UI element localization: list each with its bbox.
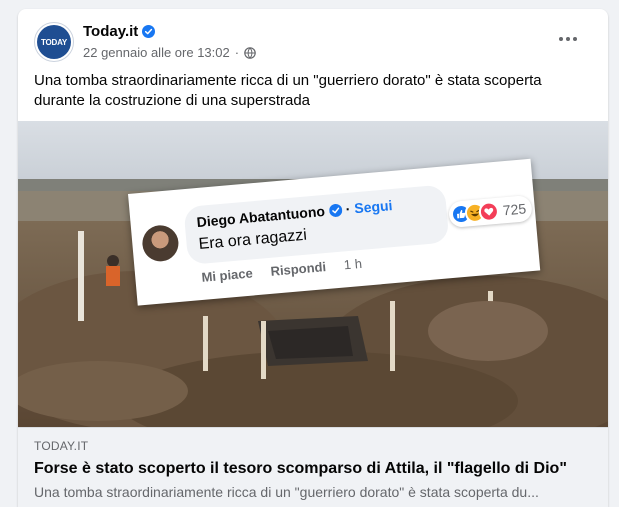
comment-reactions[interactable]: 725 [447,194,534,229]
reaction-count: 725 [502,200,527,219]
post-timestamp[interactable]: 22 gennaio alle ore 13:02 [83,45,230,60]
comment-separator: · [345,200,352,218]
more-options-icon[interactable] [552,27,584,51]
verified-badge-icon [142,25,156,38]
globe-icon[interactable] [244,46,256,59]
follow-button[interactable]: Segui [354,197,393,216]
link-preview[interactable]: TODAY.IT Forse è stato scoperto il tesor… [18,427,608,507]
link-domain: TODAY.IT [34,439,89,453]
verified-badge-icon [328,203,342,217]
link-title[interactable]: Forse è stato scoperto il tesoro scompar… [34,460,567,478]
like-comment-button[interactable]: Mi piace [201,265,253,284]
dot [559,37,563,41]
comment-bubble: Diego Abatantuono · Segui Era ora ragazz… [183,184,450,266]
post-caption: Una tomba straordinariamente ricca di un… [34,72,542,109]
dot [573,37,577,41]
today-logo: TODAY [37,25,71,59]
dot [566,37,570,41]
commenter-avatar[interactable] [140,223,180,263]
reply-button[interactable]: Rispondi [270,259,327,279]
comment-header: Diego Abatantuono · Segui [196,197,393,230]
commenter-name[interactable]: Diego Abatantuono [196,203,325,230]
page-avatar[interactable]: TODAY [34,22,74,62]
love-reaction-icon [478,200,500,223]
post-meta: 22 gennaio alle ore 13:02 · [83,45,256,60]
page-name-link[interactable]: Today.it [83,23,156,40]
link-description: Una tomba straordinariamente ricca di un… [34,484,539,500]
post-header: TODAY Today.it 22 gennaio alle ore 13:02… [34,21,594,65]
meta-separator: · [234,45,240,60]
page-name[interactable]: Today.it [83,23,138,40]
comment-time[interactable]: 1 h [343,256,362,273]
comment-text: Era ora ragazzi [197,226,308,254]
